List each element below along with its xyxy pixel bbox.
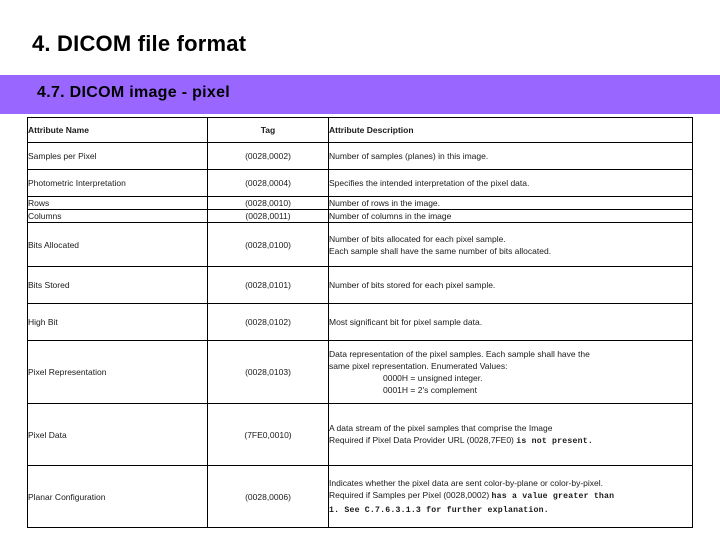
cell-tag: (0028,0011) bbox=[207, 209, 329, 224]
description-line: Each sample shall have the same number o… bbox=[329, 245, 692, 257]
cell-tag: (0028,0101) bbox=[207, 266, 329, 305]
description-line: Data representation of the pixel samples… bbox=[329, 348, 692, 360]
subtitle-banner: 4.7. DICOM image - pixel bbox=[0, 75, 720, 114]
table-row: Planar Configuration (0028,0006) Indicates… bbox=[27, 465, 693, 529]
table-row: Samples per Pixel (0028,0002) Number of sa… bbox=[27, 142, 693, 170]
cell-tag: (0028,0006) bbox=[207, 465, 329, 529]
description-text: Each sample shall have the same number o… bbox=[329, 245, 552, 256]
cell-attribute-description: Number of bits stored for each pixel sam… bbox=[328, 266, 693, 305]
description-line: Required if Samples per Pixel (0028,0002… bbox=[329, 489, 692, 503]
cell-attribute-name: Planar Configuration bbox=[27, 465, 208, 529]
description-line: Indicates whether the pixel data are sen… bbox=[329, 477, 692, 489]
cell-attribute-name: Pixel Data bbox=[27, 403, 208, 467]
description-mono-text: has a value greater than bbox=[491, 492, 615, 502]
cell-attribute-name: Columns bbox=[27, 209, 208, 224]
table-row: Pixel Representation (0028,0103) Data repr… bbox=[27, 340, 693, 405]
description-line: A data stream of the pixel samples that … bbox=[329, 422, 692, 434]
description-text: Number of rows in the image. bbox=[329, 198, 441, 208]
cell-attribute-name: Rows bbox=[27, 195, 208, 211]
cell-tag: (0028,0010) bbox=[207, 195, 329, 211]
description-line: Number of bits allocated for each pixel … bbox=[329, 233, 692, 245]
table-row: High Bit (0028,0102) Most significant bit … bbox=[27, 303, 693, 342]
description-line: 0000H = unsigned integer. bbox=[330, 372, 692, 384]
cell-attribute-name: Samples per Pixel bbox=[27, 142, 208, 170]
cell-attribute-name: Bits Stored bbox=[27, 266, 208, 305]
description-line: same pixel representation. Enumerated Va… bbox=[329, 360, 692, 372]
column-header-attribute-description: Attribute Description bbox=[328, 117, 693, 143]
column-header-attribute-name: Attribute Name bbox=[27, 117, 208, 143]
description-text: Number of samples (planes) in this image… bbox=[329, 150, 489, 161]
cell-attribute-description: Specifies the intended interpretation of… bbox=[328, 169, 693, 197]
cell-attribute-name: Photometric Interpretation bbox=[27, 169, 208, 197]
description-line: Specifies the intended interpretation of… bbox=[329, 177, 692, 189]
page-title: 4. DICOM file format bbox=[32, 31, 247, 56]
description-mono-text: 1. See C.7.6.3.1.3 for further explanati… bbox=[329, 505, 549, 515]
description-text: Number of bits stored for each pixel sam… bbox=[329, 280, 496, 291]
table-row: Rows (0028,0010) Number of rows in the ima… bbox=[27, 195, 693, 211]
column-header-tag: Tag bbox=[207, 117, 329, 143]
table-row: Bits Stored (0028,0101) Number of bits sto… bbox=[27, 266, 693, 305]
description-mono-text: is not present. bbox=[516, 436, 593, 446]
cell-attribute-name: Pixel Representation bbox=[27, 340, 208, 405]
cell-tag: (0028,0002) bbox=[207, 142, 329, 170]
cell-attribute-description: Indicates whether the pixel data are sen… bbox=[328, 465, 693, 529]
table-header: Attribute Name Tag Attribute Description bbox=[27, 117, 693, 143]
description-text: Most significant bit for pixel sample da… bbox=[329, 317, 483, 328]
cell-tag: (7FE0,0010) bbox=[207, 403, 329, 467]
table-header-row: Attribute Name Tag Attribute Description bbox=[27, 117, 693, 143]
description-line: Required if Pixel Data Provider URL (002… bbox=[329, 434, 692, 448]
slide-canvas: 4. DICOM file format 4.7. DICOM image - … bbox=[0, 0, 720, 540]
cell-attribute-description: Data representation of the pixel samples… bbox=[328, 340, 693, 405]
description-line: Most significant bit for pixel sample da… bbox=[329, 316, 692, 328]
description-text: same pixel representation. Enumerated Va… bbox=[329, 361, 508, 372]
description-text: Specifies the intended interpretation of… bbox=[329, 177, 530, 188]
description-line: Number of columns in the image bbox=[329, 211, 692, 222]
description-text: Number of columns in the image bbox=[329, 211, 452, 222]
cell-attribute-description: Number of bits allocated for each pixel … bbox=[328, 222, 693, 268]
cell-attribute-name: Bits Allocated bbox=[27, 222, 208, 268]
cell-attribute-name: High Bit bbox=[27, 303, 208, 342]
cell-tag: (0028,0004) bbox=[207, 169, 329, 197]
table-row: Pixel Data (7FE0,0010) A data stream of th… bbox=[27, 403, 693, 467]
cell-attribute-description: A data stream of the pixel samples that … bbox=[328, 403, 693, 467]
cell-attribute-description: Number of samples (planes) in this image… bbox=[328, 142, 693, 170]
description-text: A data stream of the pixel samples that … bbox=[329, 422, 553, 433]
description-text: 0000H = unsigned integer. bbox=[383, 373, 483, 384]
description-line: 1. See C.7.6.3.1.3 for further explanati… bbox=[329, 503, 692, 517]
description-text: Data representation of the pixel samples… bbox=[329, 349, 590, 359]
table-row: Columns (0028,0011) Number of columns in t… bbox=[27, 209, 693, 224]
cell-tag: (0028,0100) bbox=[207, 222, 329, 268]
subtitle-text: 4.7. DICOM image - pixel bbox=[37, 84, 231, 101]
table-row: Bits Allocated (0028,0100) Number of bits … bbox=[27, 222, 693, 268]
cell-tag: (0028,0103) bbox=[207, 340, 329, 405]
cell-tag: (0028,0102) bbox=[207, 303, 329, 342]
description-line: Number of bits stored for each pixel sam… bbox=[329, 279, 692, 291]
description-text: 0001H = 2's complement bbox=[383, 385, 477, 396]
description-line: 0001H = 2's complement bbox=[330, 384, 692, 396]
description-text: Required if Pixel Data Provider URL (002… bbox=[329, 434, 517, 445]
dicom-pixel-attribute-table: Attribute Name Tag Attribute Description… bbox=[27, 117, 693, 529]
description-line: Number of samples (planes) in this image… bbox=[329, 150, 692, 162]
cell-attribute-description: Number of columns in the image bbox=[328, 209, 693, 224]
description-line: Number of rows in the image. bbox=[329, 198, 692, 209]
table-row: Photometric Interpretation (0028,0004) Spe… bbox=[27, 169, 693, 197]
cell-attribute-description: Number of rows in the image. bbox=[328, 195, 693, 211]
cell-attribute-description: Most significant bit for pixel sample da… bbox=[328, 303, 693, 342]
description-text: Required if Samples per Pixel (0028,0002… bbox=[329, 490, 492, 501]
table-body: Samples per Pixel (0028,0002) Number of sa… bbox=[27, 142, 693, 529]
description-text: Indicates whether the pixel data are sen… bbox=[329, 477, 604, 488]
description-text: Number of bits allocated for each pixel … bbox=[329, 233, 506, 244]
